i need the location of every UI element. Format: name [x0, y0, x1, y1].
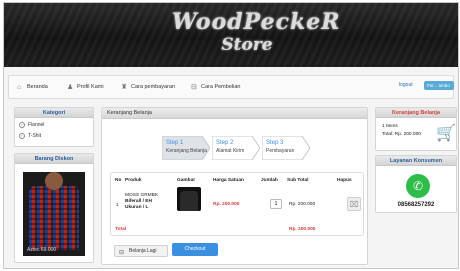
- nav-item-profil[interactable]: ♟ Profil Kami: [67, 76, 104, 98]
- logout-link[interactable]: logout: [399, 82, 413, 88]
- kategori-panel: Kategori › Flannel › T-Shit: [14, 107, 94, 147]
- shopping-cart-icon[interactable]: 🛒: [436, 124, 456, 144]
- unit-price: Rp. 200.000: [213, 202, 240, 207]
- cart-items-count: 1 Items: [382, 124, 398, 129]
- cart-header: Keranjang Belanja: [102, 108, 367, 119]
- nav-item-cara-pembayaran[interactable]: ♜ Cara pembayaran: [121, 76, 175, 98]
- col-header-hapus: Hapus: [337, 178, 352, 183]
- discount-product-image[interactable]: Aztec 69.000: [23, 172, 85, 256]
- col-header-produk: Produk: [125, 178, 142, 183]
- step-2: Step 2 Alamat Kirim: [212, 136, 260, 160]
- radio-icon: ›: [19, 121, 25, 128]
- barang-diskon-panel: Barang Diskon Aztec 69.000: [14, 153, 94, 263]
- whatsapp-icon[interactable]: ✆: [406, 174, 430, 198]
- customer-service-title: Layanan Konsumen: [376, 156, 456, 166]
- col-header-jumlah: Jumlah: [261, 178, 278, 183]
- cart-icon: ⊟: [119, 250, 125, 256]
- col-header-gambar: Gambar: [177, 178, 196, 183]
- col-header-no: No: [115, 178, 122, 183]
- cart-summary-title: Keranjang Belanja: [376, 108, 456, 118]
- browser-frame: WoodPeckeR Store ⌂ Beranda ♟ Profil Kami…: [3, 2, 459, 269]
- radio-icon: ›: [19, 132, 25, 139]
- cart-total: Total: Rp. 200.000: [382, 132, 421, 137]
- top-nav: ⌂ Beranda ♟ Profil Kami ♜ Cara pembayara…: [8, 75, 454, 99]
- step-3: Step 3 Pembayaran: [262, 136, 310, 160]
- row-subtotal: Rp. 200.000: [289, 202, 316, 207]
- product-thumbnail[interactable]: [177, 187, 201, 211]
- nav-item-cara-pembelian[interactable]: ⊟ Cara Pembelian: [191, 76, 240, 98]
- checkout-button[interactable]: Checkout: [172, 243, 218, 256]
- user-badge[interactable]: Fer... ambo: [424, 81, 454, 90]
- nav-item-beranda[interactable]: ⌂ Beranda: [17, 76, 48, 98]
- kategori-title: Kategori: [15, 108, 93, 118]
- total-value: Rp. 200.000: [289, 227, 316, 232]
- cart-table: No Produk Gambar Harga Satuan Jumlah Sub…: [110, 172, 364, 236]
- total-label: Total: [115, 227, 127, 232]
- diskon-title: Barang Diskon: [15, 154, 93, 164]
- step-1: Step 1 Keranjang Belanja: [162, 136, 210, 160]
- trash-icon: ⌧: [349, 200, 359, 209]
- customer-service-panel: Layanan Konsumen ✆ 08568257292: [375, 155, 457, 213]
- store-logo[interactable]: WoodPeckeR Store: [172, 9, 340, 63]
- kategori-item-flannel[interactable]: › Flannel: [19, 120, 89, 129]
- phone-number: 08568257292: [397, 202, 435, 208]
- wallet-icon: ♜: [121, 83, 128, 91]
- col-header-subtotal: Sub Total: [287, 178, 309, 183]
- quantity-input[interactable]: 1: [270, 199, 282, 209]
- checkout-steps: Step 1 Keranjang Belanja Step 2 Alamat K…: [162, 136, 312, 160]
- cart-summary-panel: Keranjang Belanja 1 Items Total: Rp. 200…: [375, 107, 457, 151]
- col-header-harga: Harga Satuan: [213, 178, 244, 183]
- cart-icon: ⊟: [191, 83, 197, 91]
- continue-shopping-button[interactable]: ⊟ Belanja Lagi: [114, 245, 168, 257]
- home-icon: ⌂: [17, 83, 22, 91]
- header-banner: WoodPeckeR Store: [4, 3, 458, 67]
- kategori-item-tshirt[interactable]: › T-Shit: [19, 131, 89, 140]
- discount-caption: Aztec 69.000: [27, 247, 57, 253]
- cart-main-panel: Keranjang Belanja Step 1 Keranjang Belan…: [101, 107, 368, 265]
- delete-item-button[interactable]: ⌧: [347, 197, 361, 211]
- user-icon: ♟: [67, 83, 74, 91]
